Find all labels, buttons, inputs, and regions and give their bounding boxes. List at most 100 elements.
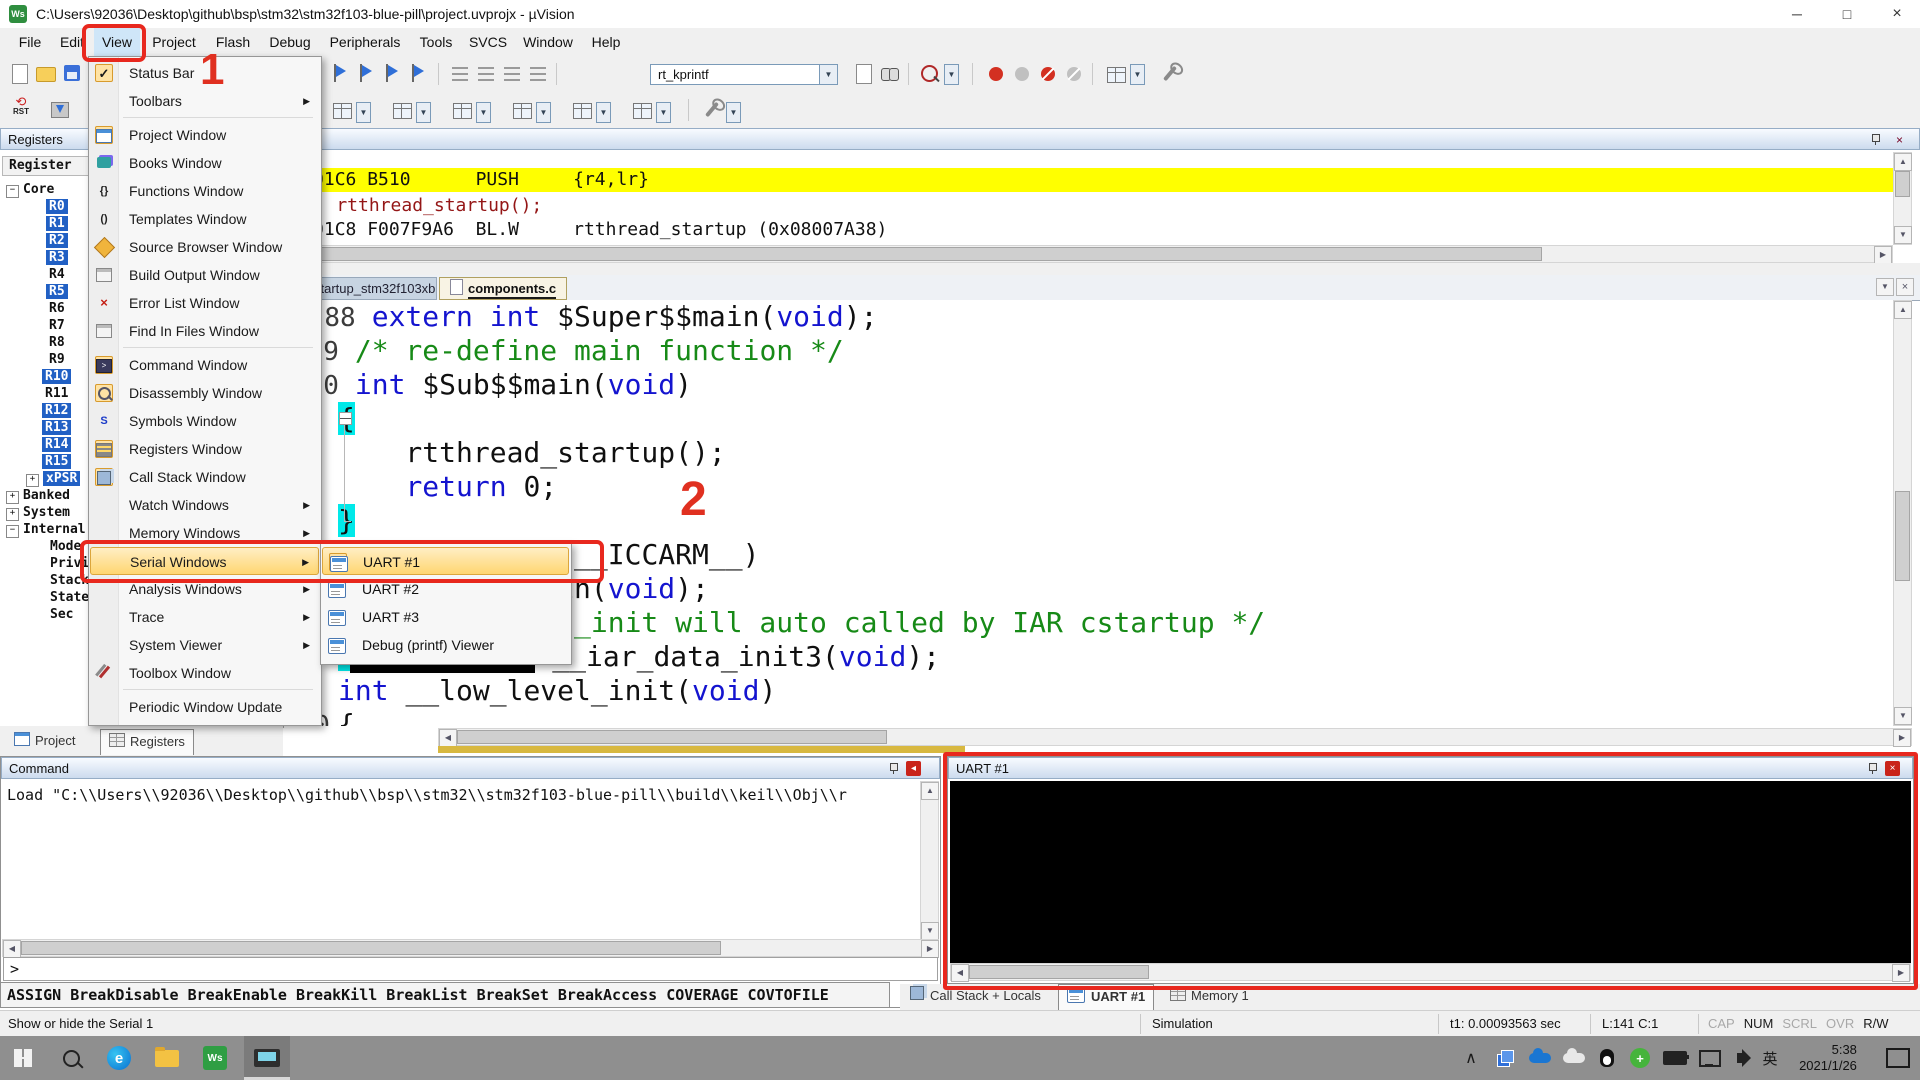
- command-header[interactable]: Command ◂: [1, 757, 940, 779]
- scroll-down-icon[interactable]: ▼: [1894, 226, 1912, 244]
- menu-svcs[interactable]: SVCS: [464, 28, 512, 56]
- trace-window-icon[interactable]: [570, 98, 594, 122]
- disassembly-close-icon[interactable]: ×: [1896, 133, 1903, 147]
- menu-item-find-in-files[interactable]: Find In Files Window: [90, 317, 319, 345]
- menu-item-symbols-window[interactable]: S Symbols Window: [90, 407, 319, 435]
- trace-window-dropdown[interactable]: ▼: [596, 102, 611, 123]
- breakpoint-disable-icon[interactable]: [1010, 62, 1034, 86]
- memory-window-icon[interactable]: [390, 98, 414, 122]
- scroll-up-icon[interactable]: ▲: [1894, 301, 1912, 319]
- tray-cloud-icon[interactable]: [1558, 1036, 1590, 1080]
- serial-window-icon[interactable]: [450, 98, 474, 122]
- tab-project[interactable]: Project: [6, 729, 83, 754]
- analysis-window-icon[interactable]: [510, 98, 534, 122]
- serial-window-dropdown[interactable]: ▼: [476, 102, 491, 123]
- scroll-left-icon[interactable]: ◀: [439, 729, 457, 747]
- new-file-icon[interactable]: [8, 62, 32, 86]
- download-icon[interactable]: [48, 98, 72, 122]
- scroll-down-icon[interactable]: ▼: [921, 922, 939, 940]
- debug-magnifier-dropdown[interactable]: ▼: [944, 64, 959, 85]
- notification-center-icon[interactable]: [1880, 1036, 1916, 1080]
- start-button[interactable]: [0, 1036, 46, 1080]
- menu-tools[interactable]: Tools: [412, 28, 460, 56]
- analysis-window-dropdown[interactable]: ▼: [536, 102, 551, 123]
- tab-registers[interactable]: Registers: [100, 729, 194, 755]
- menu-help[interactable]: Help: [584, 28, 628, 56]
- menu-debug[interactable]: Debug: [262, 28, 318, 56]
- command-vscrollbar[interactable]: ▲ ▼: [920, 781, 939, 940]
- bookmark-clear-icon[interactable]: [408, 62, 432, 86]
- debug-magnifier-icon[interactable]: [918, 62, 942, 86]
- menu-item-trace[interactable]: Trace ▶: [90, 603, 319, 631]
- window-layout-dropdown[interactable]: ▼: [1130, 64, 1145, 85]
- bookmark-next-icon[interactable]: [382, 62, 406, 86]
- window-layout-icon[interactable]: [1104, 62, 1128, 86]
- find-in-files-icon[interactable]: [852, 62, 876, 86]
- uncomment-icon[interactable]: [526, 62, 550, 86]
- open-file-icon[interactable]: [34, 62, 58, 86]
- breakpoint-kill-icon[interactable]: [1036, 62, 1060, 86]
- editor-vscrollbar[interactable]: ▲ ▼: [1893, 300, 1912, 726]
- scroll-up-icon[interactable]: ▲: [1894, 153, 1912, 171]
- menu-item-command-window[interactable]: > Command Window: [90, 351, 319, 379]
- menu-peripherals[interactable]: Peripherals: [322, 28, 408, 56]
- scroll-down-icon[interactable]: ▼: [1894, 707, 1912, 725]
- disassembly-window[interactable]: 0x080001C6 B510 PUSH {r4,lr} rtthread_st…: [283, 152, 1893, 245]
- menu-item-watch-windows[interactable]: Watch Windows ▶: [90, 491, 319, 519]
- menu-item-build-output[interactable]: Build Output Window: [90, 261, 319, 289]
- taskbar-active-app-icon[interactable]: [244, 1036, 290, 1080]
- menu-item-source-browser[interactable]: Source Browser Window: [90, 233, 319, 261]
- command-input[interactable]: >: [3, 957, 938, 981]
- disassembly-hscrollbar[interactable]: ◀ ▶: [283, 245, 1893, 264]
- tray-360-icon[interactable]: +: [1624, 1036, 1656, 1080]
- menu-item-functions-window[interactable]: {} Functions Window: [90, 177, 319, 205]
- search-combo[interactable]: rt_kprintf: [650, 64, 820, 85]
- bookmark-prev-icon[interactable]: [356, 62, 380, 86]
- editor-hscrollbar[interactable]: ◀ ▶: [438, 728, 1912, 747]
- menu-item-templates-window[interactable]: () Templates Window: [90, 205, 319, 233]
- submenu-item-uart3[interactable]: UART #3: [322, 603, 569, 631]
- tray-expand-icon[interactable]: ∧: [1456, 1036, 1486, 1080]
- maximize-button[interactable]: □: [1824, 0, 1870, 28]
- taskbar-edge-icon[interactable]: e: [96, 1036, 142, 1080]
- command-hscrollbar[interactable]: ◀ ▶: [2, 939, 939, 958]
- comment-icon[interactable]: [500, 62, 524, 86]
- menu-project[interactable]: Project: [144, 28, 204, 56]
- taskbar-search-icon[interactable]: [48, 1036, 94, 1080]
- tray-qq-icon[interactable]: [1592, 1036, 1622, 1080]
- menu-item-books-window[interactable]: Books Window: [90, 149, 319, 177]
- menu-item-periodic-window-update[interactable]: Periodic Window Update: [90, 693, 319, 721]
- menu-file[interactable]: File: [10, 28, 50, 56]
- menu-item-disassembly-window[interactable]: Disassembly Window: [90, 379, 319, 407]
- menu-window[interactable]: Window: [516, 28, 580, 56]
- menu-item-registers-window[interactable]: Registers Window: [90, 435, 319, 463]
- fold-collapse-icon[interactable]: [339, 412, 352, 425]
- menu-item-toolbox-window[interactable]: Toolbox Window: [90, 659, 319, 687]
- taskbar-clock[interactable]: 5:38 2021/1/26: [1788, 1036, 1868, 1080]
- memory-window-dropdown[interactable]: ▼: [416, 102, 431, 123]
- scroll-left-icon[interactable]: ◀: [3, 940, 21, 958]
- tray-ime-indicator[interactable]: 英: [1756, 1036, 1784, 1080]
- tray-battery-icon[interactable]: [1658, 1036, 1692, 1080]
- unindent-icon[interactable]: [448, 62, 472, 86]
- menu-item-project-window[interactable]: Project Window: [90, 121, 319, 149]
- breakpoint-insert-icon[interactable]: [984, 62, 1008, 86]
- system-viewer-icon[interactable]: [630, 98, 654, 122]
- close-button[interactable]: ×: [1874, 0, 1920, 28]
- tray-stack-icon[interactable]: [1490, 1036, 1520, 1080]
- find-icon[interactable]: [878, 62, 902, 86]
- collapse-button[interactable]: ◂: [906, 761, 921, 776]
- minimize-button[interactable]: ─: [1774, 0, 1820, 28]
- pin-icon[interactable]: [888, 763, 899, 774]
- configure-wrench-icon[interactable]: [1158, 62, 1182, 86]
- system-viewer-dropdown[interactable]: ▼: [656, 102, 671, 123]
- menu-item-call-stack-window[interactable]: Call Stack Window: [90, 463, 319, 491]
- tab-close-icon[interactable]: ×: [1896, 278, 1914, 296]
- watch-window-dropdown[interactable]: ▼: [356, 102, 371, 123]
- menu-item-system-viewer[interactable]: System Viewer ▶: [90, 631, 319, 659]
- tray-onedrive-icon[interactable]: [1524, 1036, 1556, 1080]
- search-combo-dropdown[interactable]: ▼: [819, 64, 838, 85]
- debug-toolbox-icon[interactable]: [700, 98, 724, 122]
- tray-volume-icon[interactable]: [1726, 1036, 1756, 1080]
- watch-window-icon[interactable]: [330, 98, 354, 122]
